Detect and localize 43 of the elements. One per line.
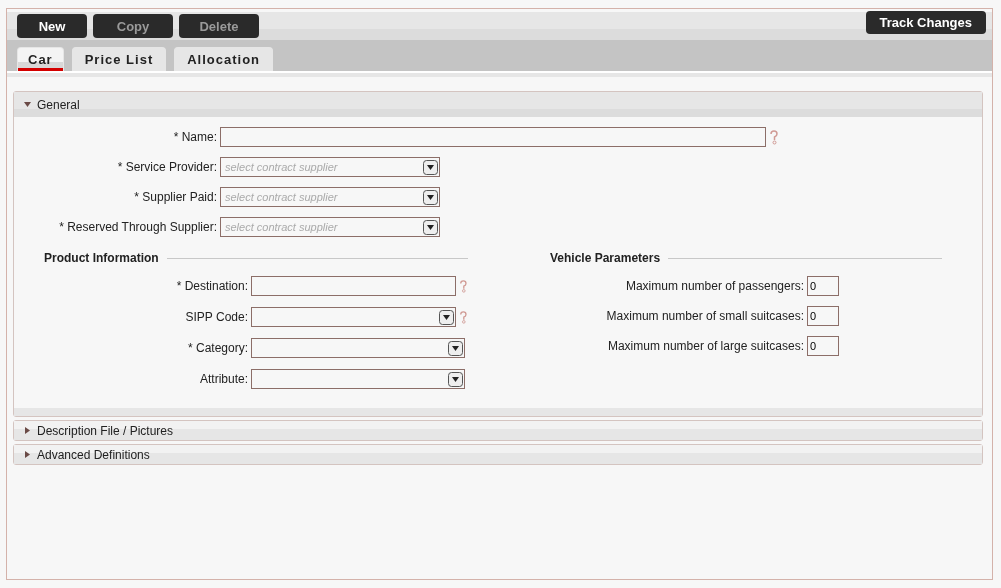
- dropdown-icon[interactable]: [423, 189, 438, 205]
- field-label: SIPP Code:: [184, 310, 248, 324]
- section-header[interactable]: General: [14, 92, 982, 117]
- track-changes-button[interactable]: Track Changes: [865, 11, 986, 34]
- caret-right-icon: [24, 427, 31, 434]
- field-label: Attribute:: [198, 372, 248, 386]
- field-label: * Name:: [172, 130, 217, 144]
- placeholder: select contract supplier: [225, 191, 338, 203]
- text-field[interactable]: [251, 276, 457, 296]
- caret-right-icon: [24, 451, 31, 458]
- field-label: * Category:: [186, 341, 248, 355]
- number-field[interactable]: 0: [807, 336, 839, 356]
- dropdown-icon[interactable]: [448, 340, 463, 356]
- text-field[interactable]: [220, 127, 766, 147]
- tab[interactable]: Price List: [71, 47, 167, 71]
- section-header[interactable]: Description File / Pictures: [14, 421, 982, 440]
- help-icon[interactable]: [769, 129, 779, 145]
- toolbar-button[interactable]: New: [17, 14, 87, 38]
- select-field[interactable]: [251, 338, 465, 358]
- field-label: * Supplier Paid:: [133, 190, 217, 204]
- select-field[interactable]: [251, 369, 465, 389]
- field-label: Maximum number of small suitcases:: [605, 309, 804, 323]
- group-title: Product Information: [44, 251, 159, 265]
- field-label: * Service Provider:: [116, 160, 217, 174]
- dropdown-icon[interactable]: [439, 309, 455, 325]
- field-label: Maximum number of passengers:: [624, 279, 804, 293]
- dropdown-icon[interactable]: [423, 159, 438, 175]
- number-field[interactable]: 0: [807, 276, 839, 296]
- select-field[interactable]: [251, 307, 457, 327]
- dropdown-icon[interactable]: [448, 371, 463, 387]
- dropdown-icon[interactable]: [423, 219, 438, 235]
- tab[interactable]: Allocation: [174, 47, 274, 71]
- placeholder: select contract supplier: [225, 161, 338, 173]
- caret-down-icon: [24, 101, 31, 108]
- number-field[interactable]: 0: [807, 306, 839, 326]
- help-icon[interactable]: [459, 278, 468, 294]
- field-label: * Destination:: [175, 279, 248, 293]
- field-label: * Reserved Through Supplier:: [58, 220, 217, 234]
- field-label: Maximum number of large suitcases:: [606, 339, 804, 353]
- section-header[interactable]: Advanced Definitions: [14, 445, 982, 464]
- group-title: Vehicle Parameters: [550, 251, 661, 265]
- tab[interactable]: Car: [17, 47, 64, 71]
- placeholder: select contract supplier: [225, 221, 338, 233]
